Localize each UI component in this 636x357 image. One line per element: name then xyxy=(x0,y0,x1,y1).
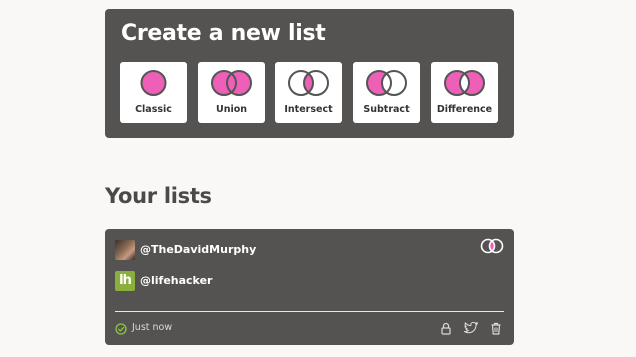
member-handle: @lifehacker xyxy=(140,274,213,287)
photo-avatar xyxy=(115,240,135,260)
difference-label: Difference xyxy=(436,104,493,115)
twitter-icon[interactable] xyxy=(464,322,478,334)
subtract-list-button[interactable]: Subtract xyxy=(353,62,420,123)
your-lists-title: Your lists xyxy=(105,184,212,208)
classic-icon xyxy=(140,70,167,96)
subtract-label: Subtract xyxy=(363,104,410,115)
trash-icon[interactable] xyxy=(490,322,502,335)
difference-icon xyxy=(444,70,485,96)
union-icon xyxy=(211,70,252,96)
create-list-title: Create a new list xyxy=(121,21,326,46)
intersect-icon xyxy=(480,238,504,254)
classic-list-button[interactable]: Classic xyxy=(120,62,187,123)
intersect-icon xyxy=(288,70,329,96)
subtract-icon xyxy=(366,70,407,96)
intersect-label: Intersect xyxy=(284,104,333,115)
intersect-list-button[interactable]: Intersect xyxy=(275,62,342,123)
lifehacker-logo: lh xyxy=(115,271,135,291)
member-handle: @TheDavidMurphy xyxy=(140,243,257,256)
status-text: Just now xyxy=(132,322,173,333)
list-card[interactable]: @TheDavidMurphy lh @lifehacker Just now xyxy=(105,229,514,345)
difference-list-button[interactable]: Difference xyxy=(431,62,498,123)
union-list-button[interactable]: Union xyxy=(198,62,265,123)
check-circle-icon xyxy=(115,323,127,335)
divider xyxy=(115,311,504,312)
union-label: Union xyxy=(215,104,248,115)
create-list-panel: Create a new list Classic Union Intersec… xyxy=(105,9,514,138)
classic-label: Classic xyxy=(135,104,172,115)
list-actions xyxy=(440,322,504,336)
lock-icon[interactable] xyxy=(440,322,452,335)
